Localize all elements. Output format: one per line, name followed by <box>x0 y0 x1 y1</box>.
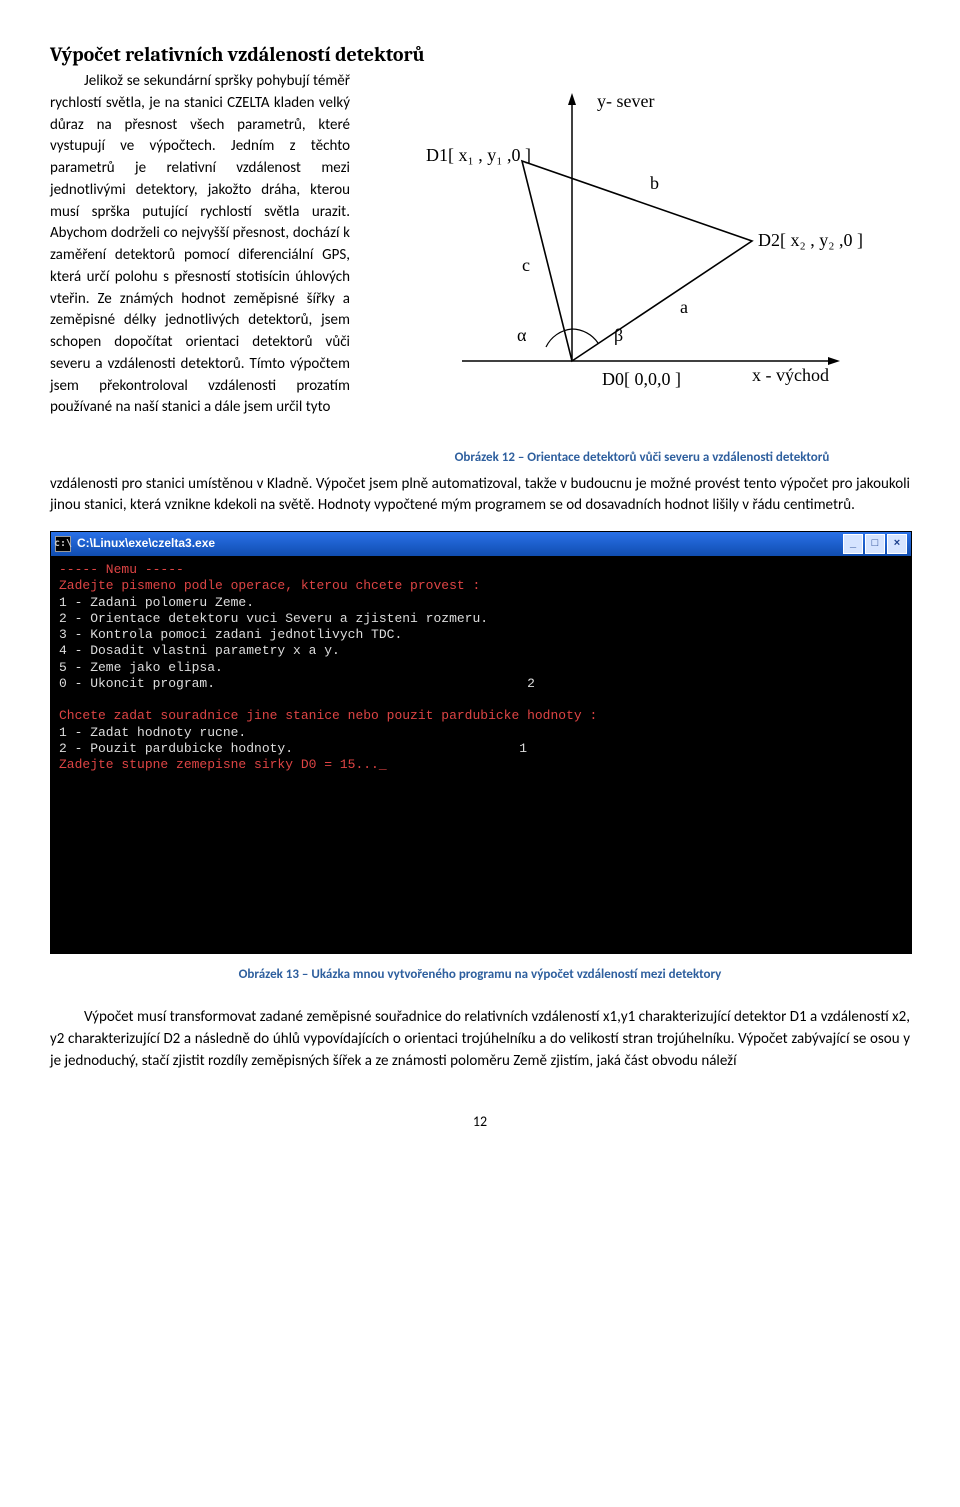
geometry-diagram: y- sever x - východ D1[ x₁ , y₁ ,0 ] D2[… <box>422 81 862 431</box>
figure-12: y- sever x - východ D1[ x₁ , y₁ ,0 ] D2[… <box>374 71 910 468</box>
intro-paragraph: Jelikož se sekundární spršky pohybují té… <box>50 71 350 419</box>
intro-block: Jelikož se sekundární spršky pohybují té… <box>50 71 910 468</box>
page-number: 12 <box>50 1112 910 1132</box>
window-title: C:\Linux\exe\czelta3.exe <box>77 535 215 552</box>
console-line: 5 - Zeme jako elipsa. <box>59 660 223 675</box>
console-line: 0 - Ukoncit program. <box>59 676 215 691</box>
beta-label: β <box>614 325 623 345</box>
figure-12-caption: Obrázek 12 – Orientace detektorů vůči se… <box>374 449 910 468</box>
figure-13-caption: Obrázek 13 – Ukázka mnou vytvořeného pro… <box>50 966 910 985</box>
bottom-paragraph: Výpočet musí transformovat zadané zeměpi… <box>50 1007 910 1072</box>
console-window: c:\ C:\Linux\exe\czelta3.exe _ □ × -----… <box>50 531 912 954</box>
console-line: 4 - Dosadit vlastni parametry x a y. <box>59 643 340 658</box>
side-b-label: b <box>650 173 659 193</box>
console-line: 1 - Zadat hodnoty rucne. <box>59 725 246 740</box>
d1-label: D1[ x₁ , y₁ ,0 ] <box>426 145 531 165</box>
console-input: 2 <box>527 676 535 691</box>
console-line: 1 - Zadani polomeru Zeme. <box>59 595 254 610</box>
console-line: 2 - Pouzit pardubicke hodnoty. <box>59 741 293 756</box>
side-c-label: c <box>522 255 530 275</box>
d2-label: D2[ x₂ , y₂ ,0 ] <box>758 230 862 250</box>
console-line: Zadejte pismeno podle operace, kterou ch… <box>59 578 480 593</box>
console-body: ----- Nemu ----- Zadejte pismeno podle o… <box>51 556 911 953</box>
console-line: 3 - Kontrola pomoci zadani jednotlivych … <box>59 627 402 642</box>
console-line: 2 - Orientace detektoru vuci Severu a zj… <box>59 611 488 626</box>
x-axis-label: x - východ <box>752 365 829 385</box>
console-line: ----- Nemu ----- <box>59 562 184 577</box>
y-axis-label: y- sever <box>597 91 654 111</box>
alpha-label: α <box>517 325 527 345</box>
maximize-button[interactable]: □ <box>865 534 885 554</box>
titlebar: c:\ C:\Linux\exe\czelta3.exe _ □ × <box>51 532 911 556</box>
minimize-button[interactable]: _ <box>843 534 863 554</box>
d0-label: D0[ 0,0,0 ] <box>602 369 681 389</box>
console-line: Zadejte stupne zemepisne sirky D0 = 15..… <box>59 757 387 772</box>
close-button[interactable]: × <box>887 534 907 554</box>
cmd-icon: c:\ <box>55 536 71 552</box>
after-paragraph: vzdálenosti pro stanici umístěnou v Klad… <box>50 474 910 518</box>
console-input: 1 <box>519 741 527 756</box>
side-a-label: a <box>680 297 688 317</box>
console-line: Chcete zadat souradnice jine stanice neb… <box>59 708 597 723</box>
section-heading: Výpočet relativních vzdáleností detektor… <box>50 40 910 69</box>
